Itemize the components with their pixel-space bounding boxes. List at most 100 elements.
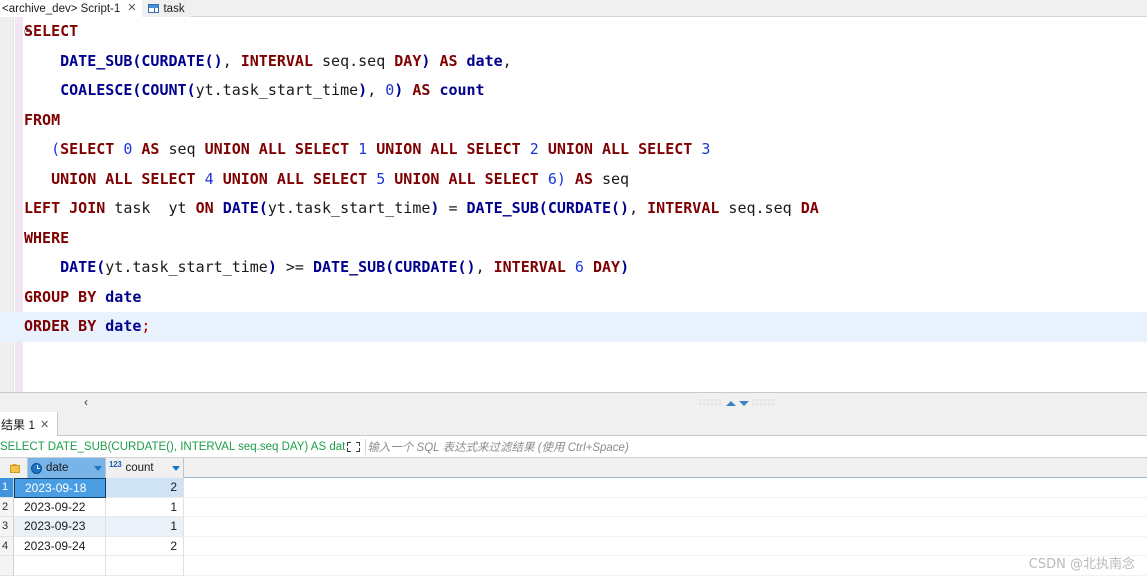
code-token: AS [574,169,593,188]
clock-icon [31,462,42,474]
tab-results-1[interactable]: 结果 1 ✕ [0,412,59,436]
cell-count[interactable]: 2 [106,478,184,498]
code-token: 3 [701,140,711,158]
grid-corner-cell[interactable] [0,458,28,478]
code-token: AS [439,51,458,70]
chevron-up-icon[interactable] [725,400,736,406]
code-token: ) [620,258,630,276]
code-token: () [204,51,223,70]
code-editor[interactable]: SELECT DATE_SUB(CURDATE(), INTERVAL seq.… [0,17,1147,392]
sort-dropdown-icon[interactable] [94,465,102,471]
table-row[interactable]: 4 2023-09-24 2 [0,536,1147,556]
splitter-grip[interactable] [697,398,777,408]
code-token: seq.seq [719,199,801,217]
code-token: GROUP BY [24,287,97,306]
chevron-down-icon[interactable] [738,400,749,406]
tab-script-1[interactable]: <archive_dev> Script-1 ✕ [0,0,143,17]
results-grid[interactable]: date 123 count 1 2023-09-18 2 2 2023-09-22 1 3… [0,458,1147,580]
code-line: SELECT [24,17,1147,47]
splitter-left-pad [0,393,78,412]
table-row[interactable]: 1 2023-09-18 2 [0,478,1147,498]
code-token: INTERVAL [493,258,566,276]
code-token: DAY [592,258,621,276]
sort-dropdown-icon[interactable] [172,465,180,471]
sql-code[interactable]: SELECT DATE_SUB(CURDATE(), INTERVAL seq.… [0,17,1147,342]
close-icon[interactable]: ✕ [127,3,136,14]
expand-icon[interactable] [347,441,361,453]
code-token: ORDER BY [24,317,97,335]
code-token: 1 [358,140,368,158]
code-token: 4 [204,169,214,188]
cell-date[interactable]: 2023-09-18 [14,478,106,498]
tab-results-1-label: 结果 1 [1,417,36,432]
cell-date[interactable]: 2023-09-22 [14,497,106,517]
code-token: date [105,287,142,306]
cell-date[interactable]: 2023-09-23 [14,517,106,537]
table-row[interactable]: 2 2023-09-22 1 [0,497,1147,517]
code-token: UNION ALL SELECT [222,169,368,188]
close-icon[interactable]: ✕ [40,418,49,431]
code-token: CURDATE [394,258,458,276]
lock-icon [9,463,20,473]
table-row[interactable]: 3 2023-09-23 1 [0,517,1147,537]
code-token: yt.task_start_time [195,81,359,99]
code-token: 6 [547,169,557,188]
column-header-count-label: count [125,462,154,474]
code-token: UNION ALL SELECT [394,169,539,188]
grid-header-row: date 123 count [0,458,1147,478]
code-token: ( [51,140,61,158]
cell-count[interactable]: 2 [106,536,184,556]
code-token: 0 [385,81,395,99]
code-token: DATE_SUB [466,199,539,217]
code-token: AS [412,81,431,99]
code-token: ; [141,317,151,335]
row-number-cell[interactable]: 3 [0,517,14,537]
code-token: () [611,199,630,217]
code-token: , [502,51,512,70]
cell-count[interactable]: 1 [106,517,184,537]
tab-task[interactable]: task [142,0,191,17]
editor-results-splitter[interactable]: ‹ [0,392,1147,412]
cell-count[interactable] [106,556,184,576]
code-token: CURDATE [547,199,612,217]
column-header-date[interactable]: date [28,458,106,478]
tab-task-label: task [163,2,185,15]
code-token: 5 [376,169,386,188]
code-token: COUNT [141,81,187,99]
code-token: ) [394,81,404,99]
grid-body[interactable]: 1 2023-09-18 2 2 2023-09-22 1 3 2023-09-23 1 4 202… [0,478,1147,576]
row-number-cell[interactable]: 4 [0,536,14,556]
cell-date[interactable] [14,556,106,576]
table-row-empty[interactable] [0,556,1147,576]
code-token: UNION ALL SELECT [547,140,693,158]
column-header-count[interactable]: 123 count [106,458,184,478]
code-token: FROM [24,110,61,129]
row-number-cell[interactable]: 1 [0,478,14,498]
code-token: , [475,258,494,276]
code-token: yt.task_start_time [105,258,268,276]
cell-date[interactable]: 2023-09-24 [14,536,106,556]
results-filter-bar[interactable]: SELECT DATE_SUB(CURDATE(), INTERVAL seq.… [0,436,1147,458]
code-token: , [222,51,241,70]
chevron-left-icon[interactable]: ‹ [84,395,88,409]
code-token: DAY [394,51,422,70]
code-token: = [439,199,467,217]
code-line: COALESCE(COUNT(yt.task_start_time), 0) A… [24,76,1147,106]
row-filler [184,497,1147,517]
filter-input[interactable]: 输入一个 SQL 表达式来过滤结果 (使用 Ctrl+Space) [367,439,628,455]
row-number-cell[interactable]: 2 [0,497,14,517]
row-number-cell [0,556,14,576]
cell-count[interactable]: 1 [106,497,184,517]
